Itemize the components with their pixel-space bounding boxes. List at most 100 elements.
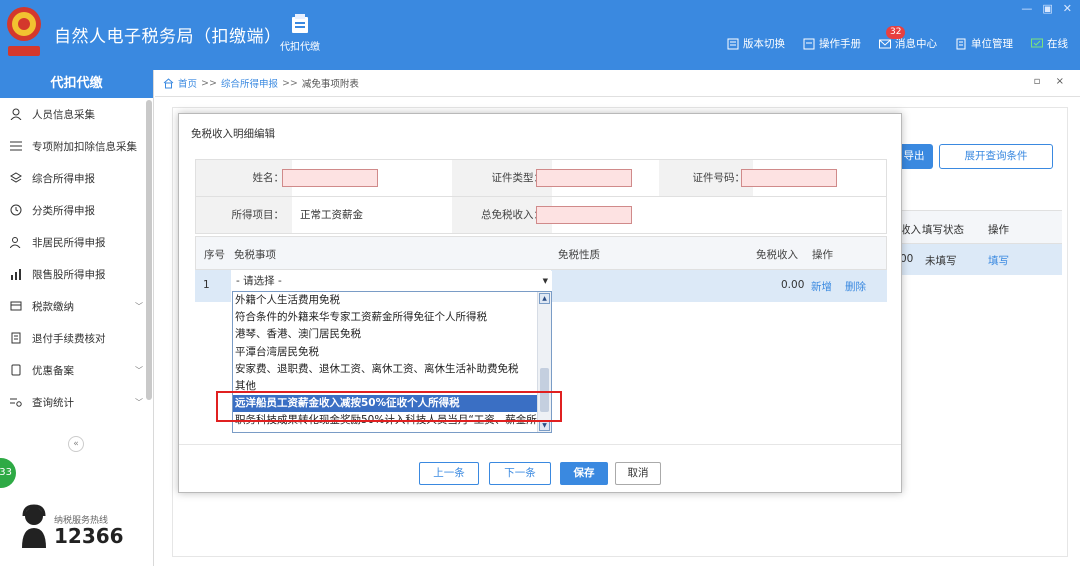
sidebar-item-nonresident-income[interactable]: 非居民所得申报	[0, 226, 153, 258]
sidebar-item-restricted-shares[interactable]: 限售股所得申报	[0, 258, 153, 290]
tab-controls[interactable]: ▫ ×	[1034, 76, 1070, 87]
app-title: 自然人电子税务局（扣缴端）	[54, 27, 282, 47]
sidebar-item-classified-income[interactable]: 分类所得申报	[0, 194, 153, 226]
floating-assistant-badge[interactable]: 33	[0, 458, 16, 488]
sidebar-scrollbar[interactable]	[146, 100, 152, 400]
fill-link[interactable]: 填写	[988, 253, 1009, 268]
clock-icon	[10, 204, 22, 216]
building-icon	[956, 38, 966, 49]
layers-icon	[10, 172, 22, 183]
breadcrumb-home[interactable]: 首页	[178, 76, 197, 90]
sidebar-item-preferential-filing[interactable]: 优惠备案 ﹀	[0, 354, 153, 386]
nav-manual[interactable]: 操作手册	[803, 36, 861, 51]
top-nav: 版本切换 操作手册 32 消息中心 单位管理 在线	[727, 26, 1068, 51]
dropdown-option[interactable]: 外籍个人生活费用免税	[233, 292, 551, 309]
column-header: 免税事项	[234, 249, 276, 261]
module-label: 代扣代缴	[280, 42, 320, 53]
dropdown-arrow-icon: ▼	[542, 277, 548, 285]
dialog-title: 免税收入明细编辑	[191, 128, 275, 140]
online-icon	[1031, 38, 1043, 47]
sidebar-item-tax-payment[interactable]: 税款缴纳 ﹀	[0, 290, 153, 322]
user-group-icon	[10, 237, 21, 248]
nav-version-switch[interactable]: 版本切换	[727, 36, 785, 51]
module-withholding[interactable]: 代扣代缴	[270, 14, 330, 53]
column-header: 免税性质	[558, 249, 600, 261]
module-doc-icon	[292, 14, 308, 33]
name-label: 姓名：	[196, 160, 292, 196]
status-cell: 未填写	[925, 255, 957, 267]
table-row[interactable]: 00 未填写 填写	[898, 244, 1062, 275]
delete-row-link[interactable]: 删除	[845, 279, 866, 294]
next-record-button[interactable]: 下一条	[489, 462, 551, 485]
dropdown-option[interactable]: 符合条件的外籍来华专家工资薪金所得免征个人所得税	[233, 309, 551, 326]
cancel-button[interactable]: 取消	[615, 462, 661, 485]
customer-service-icon	[22, 504, 46, 548]
save-button[interactable]: 保存	[560, 462, 608, 485]
list-icon	[10, 141, 22, 151]
message-count-badge: 32	[886, 26, 906, 39]
dropdown-option[interactable]: 港琴、香港、澳门居民免税	[233, 326, 551, 343]
maximize-icon[interactable]: ▣	[1042, 2, 1052, 15]
main-table-header: 收入 填写状态 操作	[898, 210, 1062, 244]
scroll-up-icon[interactable]: ▲	[539, 293, 550, 304]
add-row-link[interactable]: 新增	[811, 279, 832, 294]
dropdown-option[interactable]: 安家费、退职费、退休工资、离休工资、离休生活补助费免税	[233, 361, 551, 378]
id-type-field[interactable]	[536, 169, 632, 187]
chevron-down-icon: ﹀	[135, 398, 143, 407]
nav-online-status[interactable]: 在线	[1031, 36, 1068, 51]
column-header: 填写状态	[922, 224, 964, 236]
column-header: 序号	[204, 249, 225, 261]
exempt-item-select[interactable]: - 请选择 - ▼	[232, 271, 552, 291]
bar-chart-icon	[11, 269, 21, 280]
sidebar-item-comprehensive-income[interactable]: 综合所得申报	[0, 162, 153, 194]
nav-unit-management[interactable]: 单位管理	[955, 36, 1013, 51]
window-controls: — ▣ ✕	[1021, 2, 1072, 15]
dropdown-option[interactable]: 平潭台湾居民免税	[233, 344, 551, 361]
close-icon[interactable]: ✕	[1063, 2, 1072, 15]
income-item-label: 所得项目：	[196, 197, 292, 233]
detail-table-header: 序号 免税事项 免税性质 免税收入 操作	[195, 236, 887, 270]
sidebar-item-query-stats[interactable]: 查询统计 ﹀	[0, 386, 153, 418]
seq-cell: 1	[203, 279, 210, 291]
person-info-grid: 姓名： 证件类型： 证件号码： 所得项目： 正常工资薪金 总免税收入：	[195, 159, 887, 234]
chevron-down-icon: ﹀	[135, 366, 143, 375]
tax-emblem-logo	[7, 7, 41, 56]
expand-query-button[interactable]: 展开查询条件	[939, 144, 1053, 169]
exempt-income-dialog: 免税收入明细编辑 姓名： 证件类型： 证件号码： 所得项目： 正常工资薪金 总免…	[178, 113, 902, 493]
minimize-icon[interactable]: —	[1021, 2, 1032, 15]
sidebar-title: 代扣代缴	[0, 70, 153, 98]
top-bar: 自然人电子税务局（扣缴端） 代扣代缴 — ▣ ✕ 版本切换 操作手册 32 消息…	[0, 0, 1080, 70]
income-cell: 0.00	[781, 279, 805, 291]
prev-record-button[interactable]: 上一条	[419, 462, 479, 485]
id-number-field[interactable]	[741, 169, 837, 187]
hotline-number: 12366	[54, 524, 124, 548]
receipt-icon	[11, 332, 21, 344]
mail-icon	[879, 39, 891, 48]
column-header: 免税收入	[756, 249, 798, 261]
person-icon	[10, 108, 22, 120]
document-icon	[11, 364, 21, 376]
income-cell: 00	[900, 253, 914, 265]
highlight-annotation	[216, 391, 562, 422]
switch-icon	[727, 38, 739, 49]
sidebar: 代扣代缴 人员信息采集 专项附加扣除信息采集 综合所得申报 分类所得申报 非居民…	[0, 70, 154, 566]
breadcrumb-comprehensive[interactable]: 综合所得申报	[221, 76, 278, 90]
sidebar-item-fee-refund[interactable]: 退付手续费核对	[0, 322, 153, 354]
wallet-icon	[10, 301, 22, 311]
sidebar-item-special-deduction[interactable]: 专项附加扣除信息采集	[0, 130, 153, 162]
breadcrumb-sep: >>	[281, 77, 298, 89]
income-item-value: 正常工资薪金	[300, 209, 363, 221]
name-field[interactable]	[282, 169, 378, 187]
chevron-down-icon: ﹀	[135, 302, 143, 311]
sidebar-item-personnel-info[interactable]: 人员信息采集	[0, 98, 153, 130]
collapse-sidebar-button[interactable]: «	[68, 436, 84, 452]
breadcrumb-current: 减免事项附表	[301, 79, 359, 90]
column-header: 操作	[812, 249, 833, 261]
nav-message-center[interactable]: 32 消息中心	[879, 26, 937, 51]
breadcrumb: 首页 >> 综合所得申报 >> 减免事项附表 ▫ ×	[155, 70, 1080, 97]
search-list-icon	[10, 398, 22, 407]
id-number-label: 证件号码：	[659, 160, 753, 196]
home-icon	[163, 77, 174, 88]
total-exempt-field[interactable]	[536, 206, 632, 224]
breadcrumb-sep: >>	[201, 77, 217, 89]
